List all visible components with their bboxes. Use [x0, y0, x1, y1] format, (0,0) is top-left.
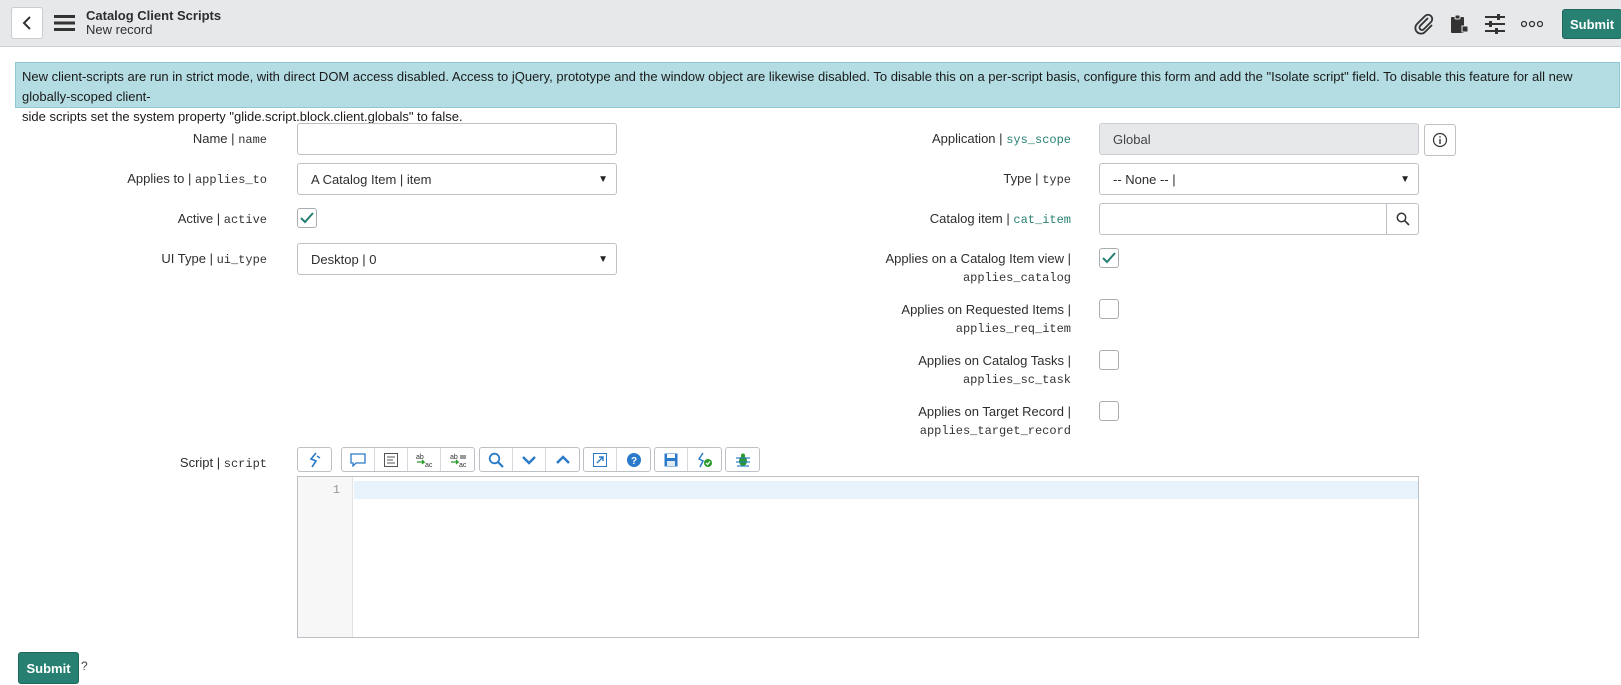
catalog-item-label: Catalog item | cat_item	[929, 211, 1071, 227]
script-label: Script | script	[179, 455, 267, 471]
svg-text:?: ?	[631, 456, 637, 467]
toolbar-group-format	[297, 447, 332, 472]
applies-to-label: Applies to | applies_to	[127, 171, 267, 187]
checkmark-icon	[1102, 252, 1116, 264]
page-title: Catalog Client Scripts	[86, 8, 222, 23]
applies-req-item-label: Applies on Requested Items | applies_req…	[901, 302, 1071, 336]
toolbar-group-search	[479, 447, 580, 472]
catalog-item-lookup-button[interactable]	[1386, 203, 1419, 235]
type-select[interactable]: -- None -- | ▼	[1099, 163, 1419, 195]
form-header: Catalog Client Scripts New record Submit	[0, 0, 1621, 47]
bug-icon	[735, 453, 750, 467]
line-number: 1	[332, 483, 340, 497]
comment-icon	[350, 452, 366, 467]
ui-type-select[interactable]: Desktop | 0 ▼	[297, 243, 617, 275]
ui-type-value: Desktop | 0	[311, 251, 377, 267]
svg-text:ac: ac	[425, 462, 433, 468]
applies-target-record-checkbox[interactable]	[1099, 401, 1119, 421]
expand-icon	[593, 452, 607, 467]
catalog-item-reference-field[interactable]	[1099, 203, 1419, 235]
active-checkbox[interactable]	[297, 208, 317, 228]
format-icon	[384, 452, 398, 467]
replace-all-icon: abac	[450, 454, 467, 468]
attachment-icon[interactable]	[1412, 12, 1436, 36]
type-value: -- None -- |	[1113, 171, 1176, 187]
applies-to-value: A Catalog Item | item	[311, 171, 432, 187]
name-label: Name | name	[192, 131, 267, 147]
fullscreen-button[interactable]	[584, 448, 617, 471]
replace-button[interactable]: ab ac	[408, 448, 441, 471]
more-options-icon[interactable]	[1520, 12, 1544, 36]
applies-sc-task-label: Applies on Catalog Tasks | applies_sc_ta…	[918, 353, 1071, 387]
save-button[interactable]	[655, 448, 688, 471]
caret-down-icon: ▼	[1400, 174, 1410, 185]
replace-icon: abac	[416, 454, 433, 468]
toolbar-group-debug	[725, 447, 760, 472]
hamburger-menu-icon[interactable]	[54, 14, 76, 32]
format-code-button[interactable]	[375, 448, 408, 471]
applies-catalog-checkbox[interactable]	[1099, 248, 1119, 268]
search-icon	[488, 452, 504, 468]
info-icon	[1432, 132, 1448, 148]
checkmark-icon	[300, 212, 314, 224]
toolbar-group-window: ?	[583, 447, 651, 472]
find-previous-button[interactable]	[546, 448, 579, 471]
active-line-highlight	[354, 481, 1418, 499]
toolbar-group-save	[654, 447, 722, 472]
chevron-up-icon	[555, 454, 570, 464]
banner-text-line1: New client-scripts are run in strict mod…	[22, 69, 1573, 104]
application-label: Application | sys_scope	[931, 131, 1071, 147]
caret-down-icon: ▼	[598, 254, 608, 265]
back-button[interactable]	[11, 7, 43, 39]
applies-req-item-checkbox[interactable]	[1099, 299, 1119, 319]
replace-all-button[interactable]: ab ac	[441, 448, 474, 471]
save-icon	[664, 453, 678, 466]
syntax-check-icon	[697, 452, 712, 467]
applies-sc-task-checkbox[interactable]	[1099, 350, 1119, 370]
applies-target-record-label: Applies on Target Record | applies_targe…	[918, 404, 1071, 438]
application-field: Global	[1099, 123, 1419, 155]
submit-button-bottom[interactable]: Submit	[18, 652, 79, 684]
script-debugger-button[interactable]	[726, 448, 759, 471]
syntax-toggle-icon	[309, 451, 320, 467]
search-button[interactable]	[480, 448, 513, 471]
comment-button[interactable]	[342, 448, 375, 471]
submit-button-top[interactable]: Submit	[1562, 9, 1621, 39]
help-icon: ?	[626, 452, 641, 467]
search-icon	[1396, 212, 1410, 226]
ui-type-label: UI Type | ui_type	[161, 251, 267, 267]
chevron-left-icon	[22, 16, 31, 30]
applies-catalog-label: Applies on a Catalog Item view | applies…	[885, 251, 1071, 285]
application-info-button[interactable]	[1424, 124, 1456, 156]
caret-down-icon: ▼	[598, 174, 608, 185]
editor-gutter: 1	[298, 477, 353, 637]
find-next-button[interactable]	[513, 448, 546, 471]
clipboard-icon[interactable]	[1447, 12, 1471, 36]
help-link[interactable]: ?	[81, 659, 88, 673]
active-label: Active | active	[177, 211, 267, 227]
toggle-syntax-button[interactable]	[298, 448, 331, 471]
page-subtitle: New record	[86, 22, 153, 37]
type-label: Type | type	[1003, 171, 1071, 187]
toolbar-group-edit: ab ac ab ac	[341, 447, 475, 472]
svg-text:ac: ac	[459, 462, 467, 468]
info-banner: New client-scripts are run in strict mod…	[15, 62, 1620, 124]
chevron-down-icon	[522, 455, 536, 465]
script-editor[interactable]: 1	[297, 476, 1419, 638]
script-syntax-check-button[interactable]	[688, 448, 721, 471]
help-button[interactable]: ?	[617, 448, 650, 471]
name-input[interactable]	[297, 123, 617, 155]
applies-to-select[interactable]: A Catalog Item | item ▼	[297, 163, 617, 195]
personalize-sliders-icon[interactable]	[1483, 12, 1507, 36]
